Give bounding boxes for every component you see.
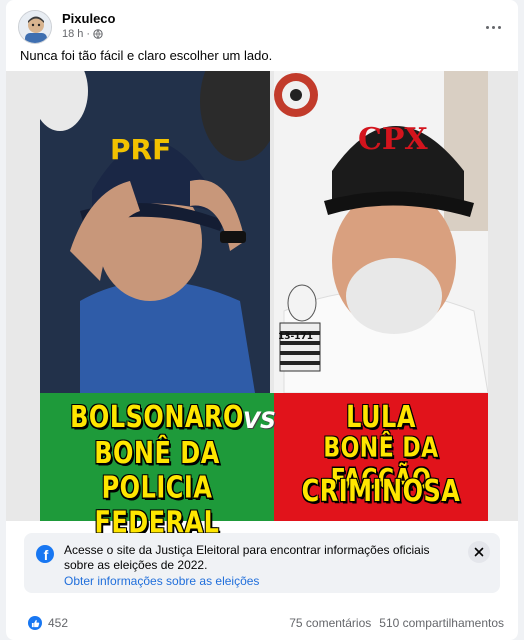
post-card: Pixuleco 18 h · Nunca foi tão fácil e cl… (6, 0, 518, 640)
sticker-number: 13-171 (278, 332, 313, 342)
more-dot-icon (485, 25, 489, 29)
more-options-button[interactable] (480, 14, 506, 40)
reactions-summary[interactable]: 452 (28, 616, 68, 630)
election-info-box: f Acesse o site da Justiça Eleitoral par… (24, 533, 500, 593)
shares-count[interactable]: 510 compartilhamentos (379, 616, 504, 630)
vs-label: VS (243, 409, 276, 434)
author-avatar[interactable] (18, 10, 52, 44)
meta-separator: · (86, 28, 91, 40)
post-time[interactable]: 18 h (62, 28, 83, 40)
election-info-link[interactable]: Obter informações sobre as eleições (64, 574, 259, 588)
meme-image: PRF CPX 13-171 BOLSONARO BONÊ DA POLICIA… (40, 71, 488, 540)
post-text: Nunca foi tão fácil e claro escolher um … (20, 48, 273, 63)
reaction-count: 452 (48, 616, 69, 630)
post-header: Pixuleco 18 h · (18, 10, 506, 46)
like-icon (28, 616, 42, 630)
post-image[interactable]: PRF CPX 13-171 BOLSONARO BONÊ DA POLICIA… (6, 71, 518, 540)
engagement-counts: 75 comentários 510 compartilhamentos (289, 616, 504, 630)
right-photo: CPX 13-171 (274, 71, 488, 393)
left-photo: PRF (40, 71, 270, 393)
author-name[interactable]: Pixuleco (62, 11, 115, 26)
left-label-line-3: POLICIA FEDERAL (94, 470, 220, 540)
more-dot-icon (491, 25, 495, 29)
info-text: Acesse o site da Justiça Eleitoral para … (64, 543, 430, 572)
cpx-cap-text: CPX (358, 122, 428, 157)
facebook-icon: f (36, 545, 54, 563)
left-label-line-2: BONÊ DA (94, 435, 220, 471)
close-icon (474, 547, 484, 557)
prf-cap-text: PRF (110, 133, 171, 166)
more-dot-icon (497, 25, 501, 29)
right-label-band: LULA BONÊ DA FACÇÃO CRIMINOSA (274, 393, 488, 521)
post-meta: 18 h · (62, 28, 103, 40)
right-label-line-3: CRIMINOSA (301, 473, 461, 509)
comments-count[interactable]: 75 comentários (289, 616, 371, 630)
left-label-band: BOLSONARO BONÊ DA POLICIA FEDERAL (40, 393, 274, 540)
left-label-line-1: BOLSONARO (70, 399, 244, 435)
right-label-line-1: LULA (346, 399, 416, 435)
close-info-button[interactable] (468, 541, 490, 563)
globe-icon (93, 29, 103, 39)
